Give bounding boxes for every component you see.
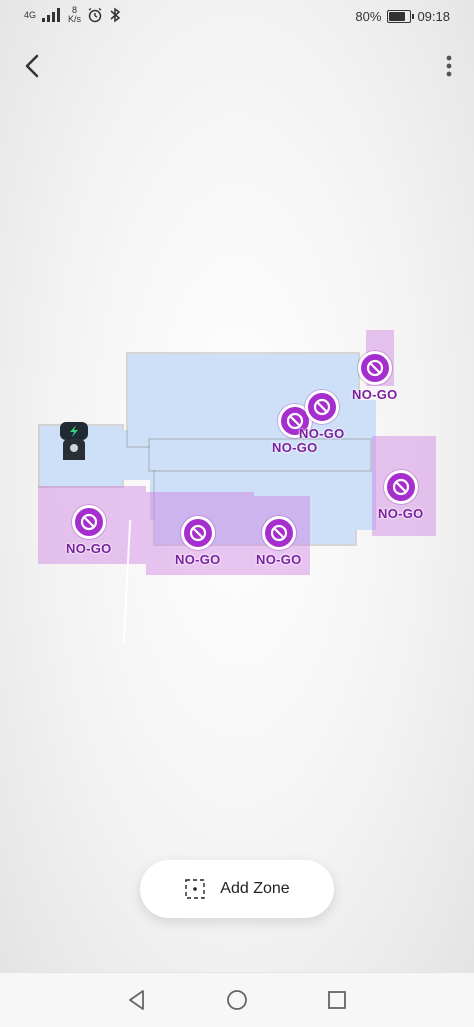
no-entry-icon	[261, 516, 296, 550]
alarm-icon	[88, 7, 102, 23]
back-button[interactable]	[14, 48, 50, 84]
app-toolbar	[0, 40, 474, 90]
no-go-label: NO-GO	[256, 552, 302, 567]
battery-fill	[389, 12, 406, 21]
add-zone-button[interactable]: Add Zone	[140, 860, 334, 918]
network-indicator: 4G	[24, 9, 37, 20]
clock-time: 09:18	[417, 9, 450, 24]
battery-icon	[387, 10, 415, 23]
no-go-marker[interactable]: NO-GO	[256, 516, 302, 567]
no-go-marker[interactable]: NO-GO	[299, 390, 345, 441]
nav-back-button[interactable]	[124, 987, 150, 1013]
signal-icon	[42, 8, 61, 22]
more-vertical-icon	[446, 55, 452, 77]
system-nav-bar	[0, 972, 474, 1027]
no-entry-icon	[180, 516, 215, 550]
no-go-label: NO-GO	[66, 541, 112, 556]
nav-home-button[interactable]	[224, 987, 250, 1013]
charging-dock-icon[interactable]	[58, 422, 90, 462]
no-go-marker[interactable]: NO-GO	[378, 470, 424, 521]
add-zone-label: Add Zone	[220, 880, 290, 897]
no-go-label: NO-GO	[378, 506, 424, 521]
no-go-marker[interactable]: NO-GO	[352, 351, 398, 402]
no-entry-icon	[304, 390, 339, 424]
no-go-label: NO-GO	[352, 387, 398, 402]
no-entry-icon	[357, 351, 392, 385]
chevron-left-icon	[25, 54, 39, 78]
bluetooth-icon	[110, 7, 121, 23]
no-go-marker[interactable]: NO-GO	[66, 505, 112, 556]
no-go-marker[interactable]: NO-GO	[175, 516, 221, 567]
no-entry-icon	[383, 470, 418, 504]
floor-area	[150, 440, 370, 470]
speed-unit: K/s	[68, 14, 82, 24]
no-entry-icon	[71, 505, 106, 539]
network-type: 4G	[24, 9, 37, 20]
no-go-label: NO-GO	[272, 440, 318, 455]
no-go-label: NO-GO	[175, 552, 221, 567]
back-triangle-icon	[129, 990, 144, 1010]
more-options-button[interactable]	[442, 50, 456, 82]
recents-square-icon	[328, 991, 346, 1009]
status-bar: 4G 8 K/s 80% 09:18	[0, 0, 474, 36]
nav-recents-button[interactable]	[324, 987, 350, 1013]
home-circle-icon	[227, 990, 247, 1010]
zone-select-icon	[185, 879, 205, 899]
no-go-label: NO-GO	[299, 426, 345, 441]
data-speed: 8 K/s	[68, 6, 81, 24]
battery-percent: 80%	[355, 9, 382, 24]
